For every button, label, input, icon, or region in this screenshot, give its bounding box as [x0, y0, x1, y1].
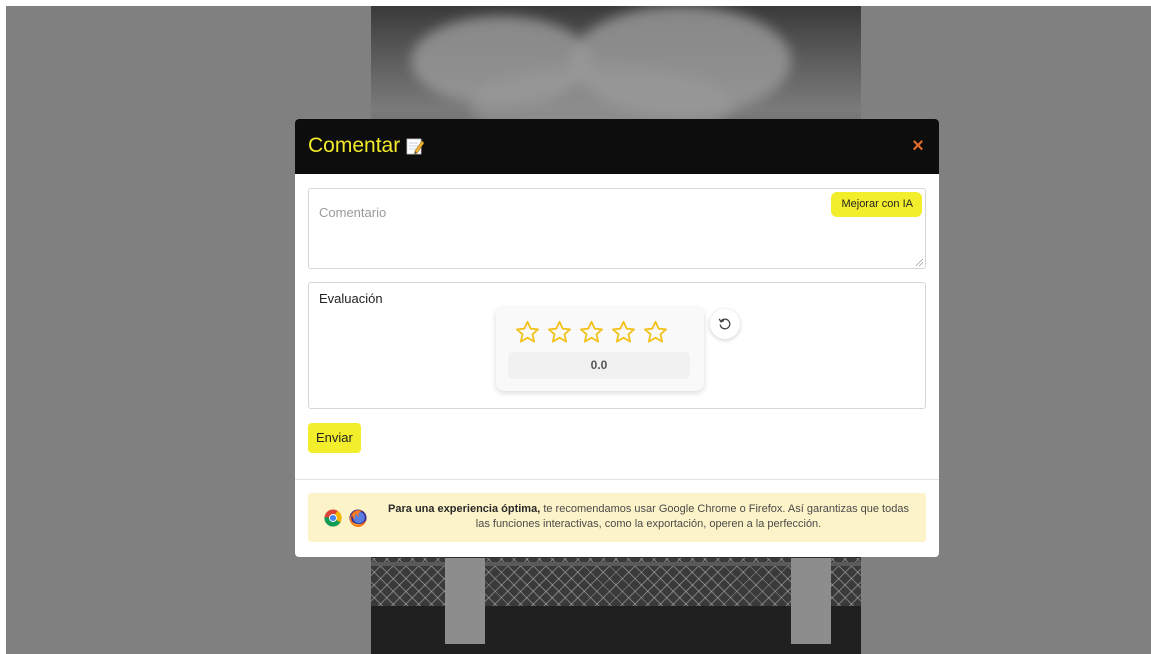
- reset-rating-button[interactable]: [710, 309, 740, 339]
- modal-header: Comentar ×: [295, 119, 939, 174]
- comment-modal: Comentar × Mejorar con IA Evaluación: [295, 119, 939, 557]
- star-5-icon[interactable]: [642, 319, 669, 346]
- chrome-icon: [324, 509, 342, 527]
- notice-rest-text: te recomendamos usar Google Chrome o Fir…: [475, 503, 909, 530]
- star-3-icon[interactable]: [578, 319, 605, 346]
- notice-text: Para una experiencia óptima, te recomend…: [386, 502, 911, 532]
- firefox-icon: [349, 509, 367, 527]
- close-button[interactable]: ×: [909, 136, 927, 156]
- rating-card: 0.0: [496, 307, 704, 391]
- evaluation-panel: Evaluación 0.0: [308, 282, 926, 409]
- improve-with-ai-button[interactable]: Mejorar con IA: [831, 192, 922, 217]
- comment-field: Mejorar con IA: [308, 188, 926, 269]
- modal-title: Comentar: [308, 133, 425, 159]
- star-1-icon[interactable]: [514, 319, 541, 346]
- browser-icons: [324, 509, 367, 527]
- modal-title-text: Comentar: [308, 134, 401, 157]
- browser-notice: Para una experiencia óptima, te recomend…: [308, 493, 926, 542]
- reset-icon: [718, 318, 731, 330]
- memo-icon: [406, 137, 425, 155]
- evaluation-label: Evaluación: [319, 291, 383, 306]
- divider: [295, 479, 939, 480]
- close-icon: ×: [912, 135, 924, 157]
- notice-bold-text: Para una experiencia óptima,: [388, 503, 541, 515]
- star-4-icon[interactable]: [610, 319, 637, 346]
- star-2-icon[interactable]: [546, 319, 573, 346]
- star-rating: [514, 319, 669, 346]
- rating-score: 0.0: [508, 352, 690, 379]
- submit-button[interactable]: Enviar: [308, 423, 361, 453]
- resize-handle[interactable]: [916, 259, 923, 266]
